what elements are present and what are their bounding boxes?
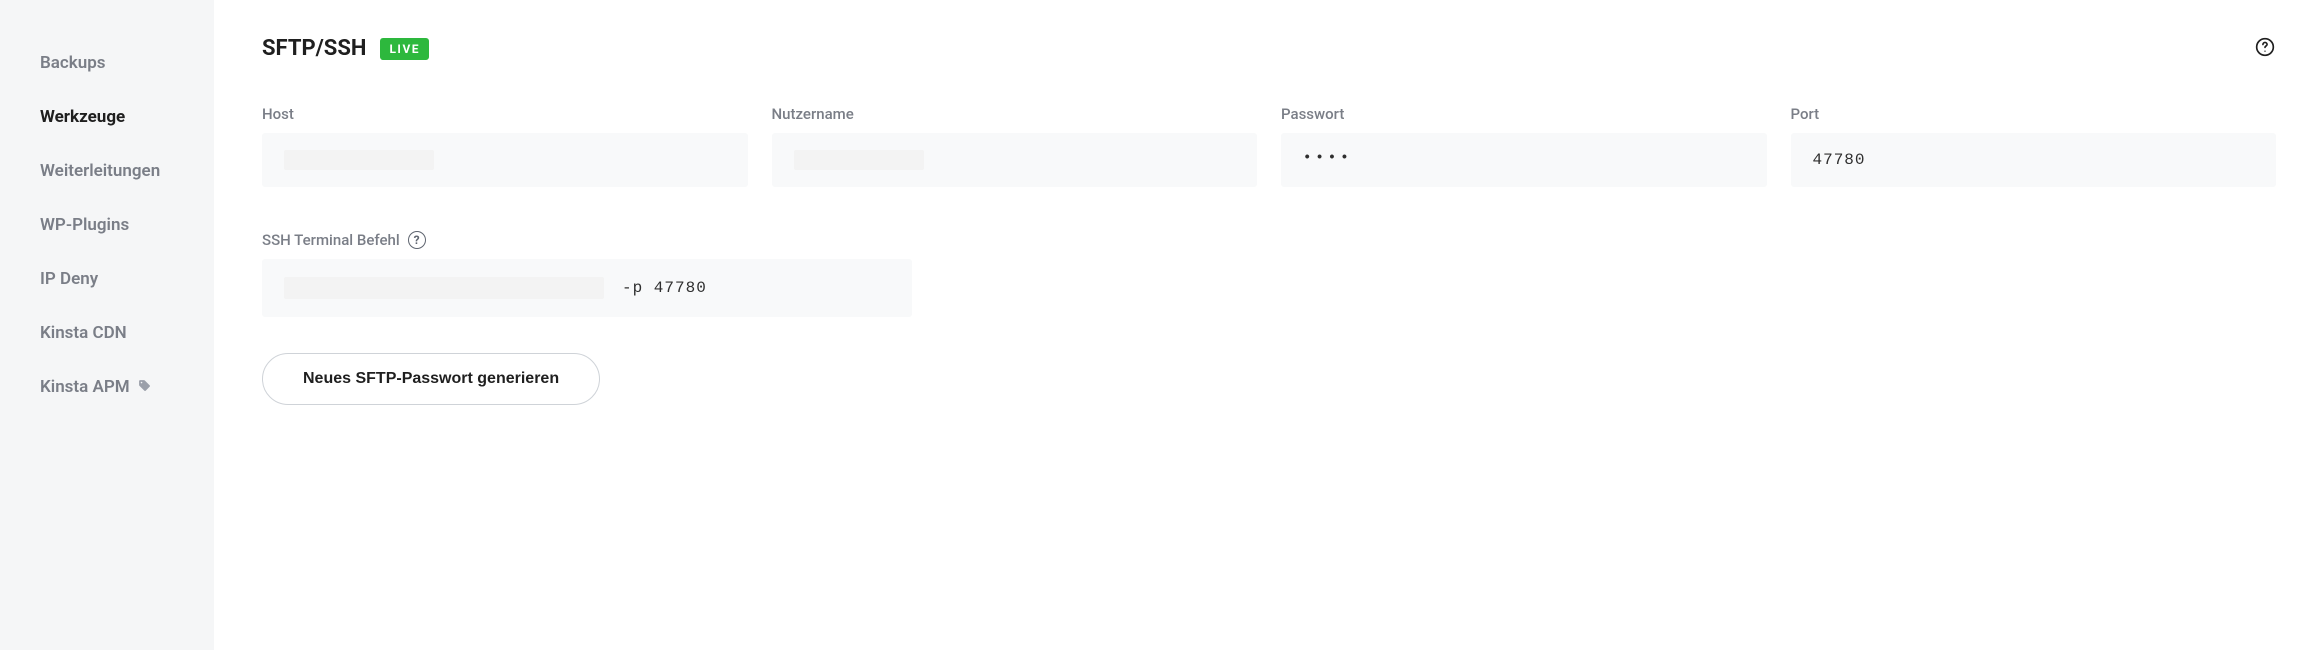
- redacted-placeholder: [284, 150, 434, 170]
- ssh-label-row: SSH Terminal Befehl ?: [262, 231, 2276, 249]
- port-value: 47780: [1813, 151, 1866, 169]
- help-button[interactable]: [2254, 38, 2276, 60]
- field-password: Passwort ••••: [1281, 105, 1767, 187]
- username-value-box[interactable]: [772, 133, 1258, 187]
- sidebar-item-label: Kinsta APM: [40, 377, 130, 397]
- field-label: Port: [1791, 105, 2277, 123]
- sidebar-item-ip-deny[interactable]: IP Deny: [40, 252, 214, 306]
- environment-badge: LIVE: [380, 38, 429, 60]
- sidebar-item-label: IP Deny: [40, 269, 98, 289]
- help-icon: [2255, 37, 2275, 61]
- sidebar-item-kinsta-apm[interactable]: Kinsta APM: [40, 360, 214, 414]
- main-content: SFTP/SSH LIVE Host Nutzername: [214, 0, 2324, 650]
- field-host: Host: [262, 105, 748, 187]
- password-masked: ••••: [1303, 150, 1353, 166]
- sidebar-item-wp-plugins[interactable]: WP-Plugins: [40, 198, 214, 252]
- sidebar-item-label: Backups: [40, 53, 106, 73]
- sidebar-item-weiterleitungen[interactable]: Weiterleitungen: [40, 144, 214, 198]
- ssh-section: SSH Terminal Befehl ? -p 47780: [262, 231, 2276, 317]
- password-value-box[interactable]: ••••: [1281, 133, 1767, 187]
- ssh-label: SSH Terminal Befehl: [262, 231, 400, 249]
- redacted-placeholder: [794, 150, 924, 170]
- field-label: Nutzername: [772, 105, 1258, 123]
- ssh-command-suffix: -p 47780: [622, 279, 707, 297]
- field-username: Nutzername: [772, 105, 1258, 187]
- sidebar-item-label: WP-Plugins: [40, 215, 129, 235]
- redacted-placeholder: [284, 277, 604, 299]
- sidebar-item-label: Weiterleitungen: [40, 161, 160, 181]
- title-wrap: SFTP/SSH LIVE: [262, 36, 429, 61]
- generate-password-button[interactable]: Neues SFTP-Passwort generieren: [262, 353, 600, 405]
- field-port: Port 47780: [1791, 105, 2277, 187]
- sidebar-item-backups[interactable]: Backups: [40, 36, 214, 90]
- field-label: Host: [262, 105, 748, 123]
- tag-icon: [138, 379, 151, 396]
- host-value-box[interactable]: [262, 133, 748, 187]
- sidebar-item-kinsta-cdn[interactable]: Kinsta CDN: [40, 306, 214, 360]
- page-title: SFTP/SSH: [262, 36, 366, 61]
- ssh-command-box[interactable]: -p 47780: [262, 259, 912, 317]
- sidebar-item-label: Kinsta CDN: [40, 323, 127, 343]
- sidebar: Backups Werkzeuge Weiterleitungen WP-Plu…: [0, 0, 214, 650]
- sidebar-item-werkzeuge[interactable]: Werkzeuge: [40, 90, 214, 144]
- header: SFTP/SSH LIVE: [262, 36, 2276, 61]
- credentials-grid: Host Nutzername Passwort •••• Port: [262, 105, 2276, 187]
- port-value-box[interactable]: 47780: [1791, 133, 2277, 187]
- sidebar-item-label: Werkzeuge: [40, 107, 125, 127]
- ssh-help-icon[interactable]: ?: [408, 231, 426, 249]
- field-label: Passwort: [1281, 105, 1767, 123]
